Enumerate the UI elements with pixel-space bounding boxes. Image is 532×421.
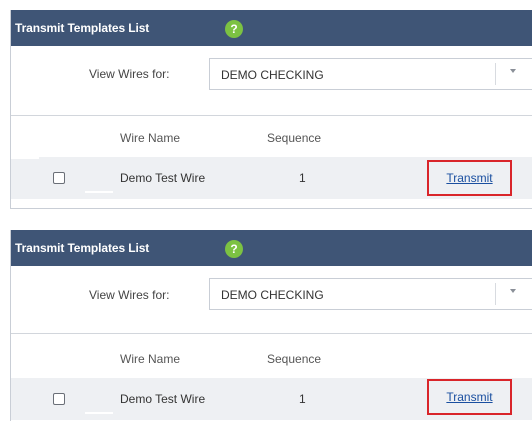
divider (11, 333, 532, 334)
view-wires-label: View Wires for: (89, 67, 170, 81)
wire-name-cell: Demo Test Wire (120, 171, 206, 185)
sequence-cell: 1 (299, 392, 306, 406)
select-divider (495, 283, 496, 305)
transmit-link[interactable]: Transmit (446, 171, 492, 185)
wire-name-cell: Demo Test Wire (120, 392, 206, 406)
account-select-value: DEMO CHECKING (221, 288, 324, 302)
column-header-wire-name: Wire Name (120, 131, 181, 145)
account-select[interactable]: DEMO CHECKING (209, 58, 532, 90)
row-checkbox[interactable] (53, 393, 65, 405)
sequence-cell: 1 (299, 171, 306, 185)
transmit-templates-panel-2: Transmit Templates List ? View Wires for… (10, 230, 532, 421)
panel-header: Transmit Templates List (11, 230, 532, 266)
column-header-wire-name: Wire Name (120, 352, 181, 366)
panel-title: Transmit Templates List (15, 241, 150, 255)
select-divider (495, 63, 496, 85)
row-checkbox[interactable] (53, 172, 65, 184)
help-icon[interactable]: ? (225, 20, 243, 38)
row-gap (11, 157, 39, 159)
transmit-link[interactable]: Transmit (446, 390, 492, 404)
column-header-sequence: Sequence (267, 352, 322, 366)
account-select-value: DEMO CHECKING (221, 68, 324, 82)
panel-header: Transmit Templates List (11, 10, 532, 46)
transmit-highlight: Transmit (427, 379, 512, 415)
view-wires-label: View Wires for: (89, 288, 170, 302)
panel-title: Transmit Templates List (15, 21, 150, 35)
divider (11, 115, 532, 116)
chevron-down-icon[interactable] (510, 289, 516, 293)
transmit-templates-panel-1: Transmit Templates List ? View Wires for… (10, 10, 532, 209)
chevron-down-icon[interactable] (510, 69, 516, 73)
help-icon[interactable]: ? (225, 240, 243, 258)
row-gap (85, 191, 113, 193)
column-header-sequence: Sequence (267, 131, 322, 145)
transmit-highlight: Transmit (427, 160, 512, 196)
row-gap (85, 412, 113, 414)
account-select[interactable]: DEMO CHECKING (209, 278, 532, 310)
